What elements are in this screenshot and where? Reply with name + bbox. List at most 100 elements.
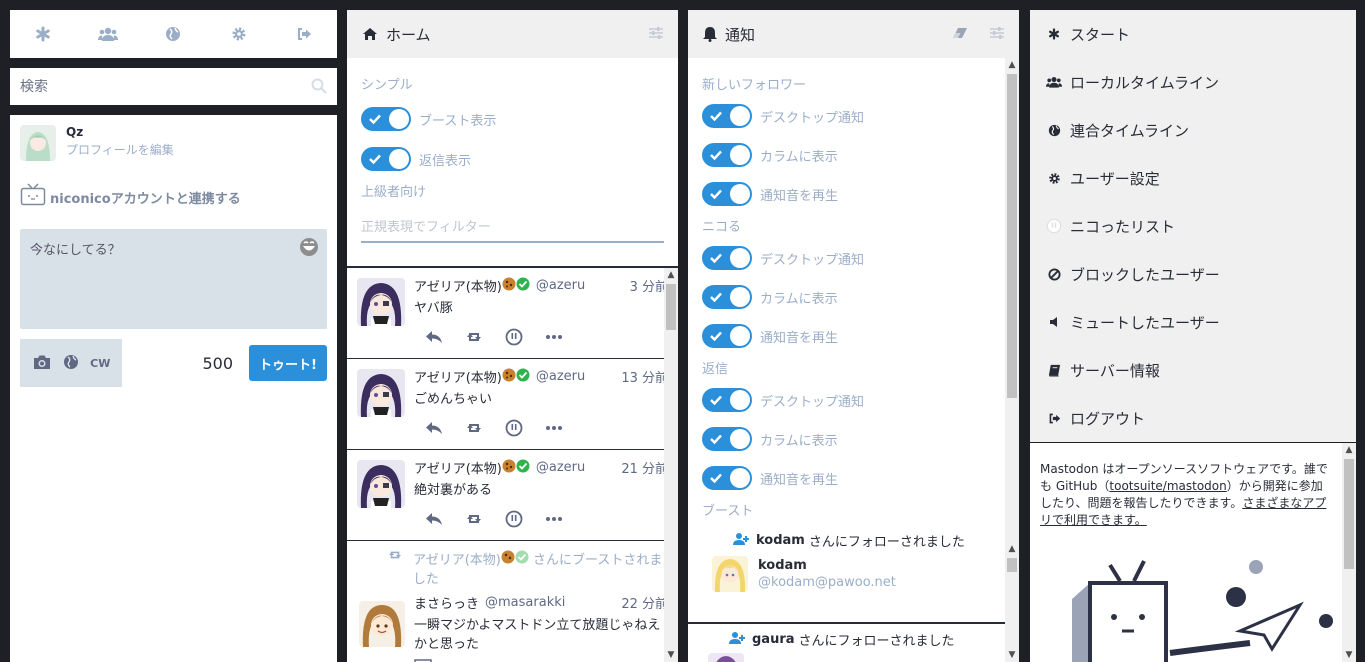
nicoru-icon[interactable] — [494, 328, 534, 346]
gear-icon[interactable] — [223, 18, 255, 50]
status-time[interactable]: 21 分前 — [621, 458, 668, 477]
menu-item-label: ローカルタイムライン — [1070, 73, 1219, 92]
show-replies-toggle[interactable] — [361, 147, 411, 171]
users-icon[interactable] — [92, 18, 124, 50]
globe-icon[interactable] — [157, 18, 189, 50]
media-attachment-icon[interactable] — [414, 658, 668, 662]
emoji-picker-icon[interactable] — [299, 237, 319, 261]
menu-item-logout[interactable]: ログアウト — [1030, 394, 1356, 442]
scrollbar-thumb[interactable] — [1007, 74, 1017, 398]
cw-button[interactable]: CW — [90, 357, 110, 370]
play-sound-toggle[interactable] — [702, 324, 752, 348]
reply-icon[interactable] — [414, 421, 454, 435]
scrollbar-thumb[interactable] — [1007, 558, 1017, 572]
follower-name[interactable]: gaura — [752, 632, 795, 647]
follow-notification[interactable]: kodam さんにフォローされました kodam @kodam@pawoo.ne… — [702, 525, 1005, 592]
booster-name[interactable]: アゼリア(本物) — [413, 553, 501, 568]
menu-item-server-info[interactable]: サーバー情報 — [1030, 346, 1356, 394]
notifications-column-header[interactable]: 通知 — [688, 10, 1019, 58]
regex-filter-input[interactable] — [361, 220, 664, 235]
follow-notification[interactable]: gaura さんにフォローされました gaura — [688, 624, 1019, 662]
status-display-name[interactable]: アゼリア(本物) — [414, 367, 502, 386]
play-sound-toggle[interactable] — [702, 466, 752, 490]
menu-item-muted-users[interactable]: ミュートしたユーザー — [1030, 298, 1356, 346]
boost-icon[interactable] — [454, 330, 494, 344]
github-link[interactable]: tootsuite/mastodon — [1109, 479, 1226, 493]
home-column-header[interactable]: ホーム — [347, 10, 678, 58]
scrollbar-thumb[interactable] — [1344, 459, 1354, 569]
boosted-status[interactable]: アゼリア(本物) さんにブーストされました まさらっき @masarakki 2… — [347, 541, 678, 662]
show-in-column-toggle[interactable] — [702, 285, 752, 309]
desktop-notify-toggle[interactable] — [702, 246, 752, 270]
status[interactable]: アゼリア(本物) @azeru 13 分前 ごめんちゃい — [347, 359, 678, 450]
status[interactable]: アゼリア(本物) @azeru 3 分前 ヤバ豚 — [347, 268, 678, 359]
sliders-icon[interactable] — [990, 25, 1004, 43]
follower-handle[interactable]: @kodam@pawoo.net — [758, 575, 896, 590]
status-avatar[interactable] — [357, 460, 405, 508]
status-time[interactable]: 13 分前 — [621, 367, 668, 386]
avatar[interactable] — [20, 125, 56, 161]
status-avatar[interactable] — [357, 369, 405, 417]
play-sound-toggle[interactable] — [702, 182, 752, 206]
avatar[interactable] — [708, 653, 744, 662]
about-scrollbar[interactable]: ▲ ▼ — [1342, 443, 1356, 662]
scrollbar-thumb[interactable] — [666, 284, 676, 330]
reply-icon[interactable] — [414, 512, 454, 526]
menu-item-federated-timeline[interactable]: 連合タイムライン — [1030, 106, 1356, 154]
desktop-notify-toggle[interactable] — [702, 388, 752, 412]
show-boosts-toggle[interactable] — [361, 107, 411, 131]
camera-icon[interactable] — [32, 354, 52, 373]
show-in-column-toggle[interactable] — [702, 427, 752, 451]
status-time[interactable]: 22 分前 — [621, 593, 668, 612]
status-time[interactable]: 3 分前 — [630, 276, 668, 295]
more-icon[interactable] — [534, 335, 574, 339]
status-handle[interactable]: @azeru — [536, 460, 585, 475]
menu-item-blocked-users[interactable]: ブロックしたユーザー — [1030, 250, 1356, 298]
avatar[interactable] — [712, 556, 748, 592]
more-icon[interactable] — [534, 426, 574, 430]
toot-button[interactable]: トゥート! — [249, 345, 327, 381]
follower-account[interactable]: gaura — [708, 653, 1005, 662]
boost-icon[interactable] — [454, 512, 494, 526]
status-display-name[interactable]: アゼリア(本物) — [414, 276, 502, 295]
toggle-setting: カラムに表示 — [702, 138, 1005, 172]
follower-display-name[interactable]: kodam — [758, 558, 896, 573]
sliders-icon[interactable] — [649, 25, 663, 43]
follower-account[interactable]: kodam @kodam@pawoo.net — [712, 556, 991, 592]
edit-profile-link[interactable]: プロフィールを編集 — [66, 141, 174, 158]
menu-item-local-timeline[interactable]: ローカルタイムライン — [1030, 58, 1356, 106]
status-handle[interactable]: @azeru — [536, 278, 585, 293]
status-display-name[interactable]: アゼリア(本物) — [414, 458, 502, 477]
menu-item-nicoru-list[interactable]: ニコったリスト — [1030, 202, 1356, 250]
desktop-notify-toggle[interactable] — [702, 104, 752, 128]
follower-name[interactable]: kodam — [756, 533, 805, 548]
search-input[interactable] — [20, 78, 327, 95]
status[interactable]: まさらっき @masarakki 22 分前 一瞬マジかよマストドン立て放題じゃ… — [347, 587, 678, 662]
status[interactable]: アゼリア(本物) @azeru 21 分前 絶対裏がある — [347, 450, 678, 541]
asterisk-icon[interactable] — [27, 18, 59, 50]
status-handle[interactable]: @masarakki — [485, 595, 565, 610]
menu-item-user-settings[interactable]: ユーザー設定 — [1030, 154, 1356, 202]
more-icon[interactable] — [534, 517, 574, 521]
privacy-globe-icon[interactable] — [63, 354, 79, 373]
account-name[interactable]: Qz — [66, 125, 174, 139]
menu-item-start[interactable]: スタート — [1030, 10, 1356, 58]
boost-icon[interactable] — [454, 421, 494, 435]
nicoru-icon[interactable] — [494, 419, 534, 437]
eraser-icon[interactable] — [952, 25, 968, 43]
show-replies-setting: 返信表示 — [361, 141, 664, 177]
niconico-connect-link[interactable]: niconicoアカウントと連携する — [20, 183, 327, 211]
status-handle[interactable]: @azeru — [536, 369, 585, 384]
logout-icon[interactable] — [288, 18, 320, 50]
home-timeline-scrollbar[interactable]: ▲ ▼ — [664, 268, 678, 662]
status-avatar[interactable] — [359, 601, 405, 647]
follow-text: さんにフォローされました — [798, 634, 955, 649]
reply-icon[interactable] — [414, 330, 454, 344]
show-in-column-toggle[interactable] — [702, 143, 752, 167]
notification-list-scrollbar[interactable]: ▲ ▼ — [1005, 542, 1019, 662]
status-display-name[interactable]: まさらっき — [414, 593, 479, 612]
compose-textarea[interactable] — [30, 239, 317, 319]
nicoru-icon[interactable] — [494, 510, 534, 528]
notification-settings-scrollbar[interactable]: ▲ ▼ — [1005, 58, 1019, 564]
status-avatar[interactable] — [357, 278, 405, 326]
